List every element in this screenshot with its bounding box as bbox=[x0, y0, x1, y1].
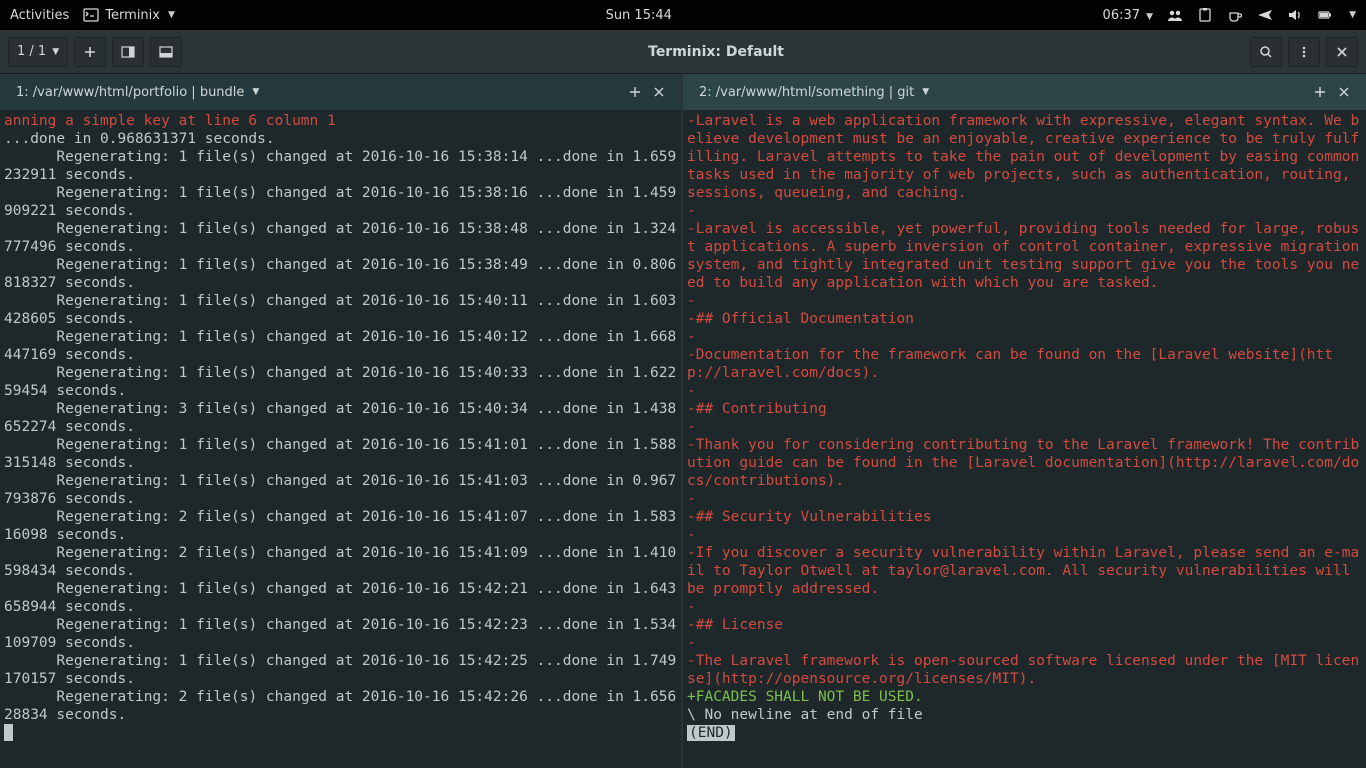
terminal-line: - bbox=[687, 418, 1362, 436]
battery-icon[interactable] bbox=[1317, 7, 1333, 23]
clock-right[interactable]: 06:37 ▼ bbox=[1103, 8, 1154, 23]
terminal-line: - bbox=[687, 490, 1362, 508]
terminal-line: ...done in 0.968631371 seconds. bbox=[4, 130, 677, 148]
window-title: Terminix: Default bbox=[184, 44, 1248, 60]
pane-titlebar[interactable]: 2: /var/www/html/something | git ▼ bbox=[683, 74, 1366, 110]
terminal-pane-2: 2: /var/www/html/something | git ▼ -Lara… bbox=[683, 74, 1366, 768]
terminal-line: \ No newline at end of file bbox=[687, 706, 1362, 724]
terminal-line: Regenerating: 1 file(s) changed at 2016-… bbox=[4, 580, 677, 616]
pane-add-button[interactable] bbox=[623, 80, 647, 104]
caffeine-icon[interactable] bbox=[1227, 7, 1243, 23]
pager-end-marker: (END) bbox=[687, 724, 1362, 742]
pane-add-button[interactable] bbox=[1308, 80, 1332, 104]
chevron-down-icon: ▼ bbox=[252, 87, 259, 97]
terminal-line: -Laravel is a web application framework … bbox=[687, 112, 1362, 202]
split-down-button[interactable] bbox=[150, 37, 182, 67]
terminal-line: Regenerating: 1 file(s) changed at 2016-… bbox=[4, 364, 677, 400]
close-window-button[interactable] bbox=[1326, 37, 1358, 67]
terminal-line: Regenerating: 2 file(s) changed at 2016-… bbox=[4, 688, 677, 724]
users-icon[interactable] bbox=[1167, 7, 1183, 23]
terminal-line: -## Security Vulnerabilities bbox=[687, 508, 1362, 526]
menu-button[interactable] bbox=[1288, 37, 1320, 67]
terminal-split: 1: /var/www/html/portfolio | bundle ▼ an… bbox=[0, 74, 1366, 768]
terminal-line: Regenerating: 1 file(s) changed at 2016-… bbox=[4, 256, 677, 292]
terminal-line: -The Laravel framework is open-sourced s… bbox=[687, 652, 1362, 688]
terminal-line: -If you discover a security vulnerabilit… bbox=[687, 544, 1362, 598]
terminal-line: - bbox=[687, 634, 1362, 652]
clipboard-icon[interactable] bbox=[1197, 7, 1213, 23]
close-icon bbox=[1335, 45, 1349, 59]
plus-icon bbox=[629, 86, 641, 98]
terminal-output[interactable]: anning a simple key at line 6 column 1..… bbox=[0, 110, 681, 768]
volume-icon[interactable] bbox=[1287, 7, 1303, 23]
terminal-line: - bbox=[687, 292, 1362, 310]
terminal-line: - bbox=[687, 526, 1362, 544]
new-session-button[interactable] bbox=[74, 37, 106, 67]
pane-title-label: 2: /var/www/html/something | git bbox=[699, 85, 914, 100]
terminal-line: - bbox=[687, 382, 1362, 400]
pane-close-button[interactable] bbox=[647, 80, 671, 104]
app-menu[interactable]: Terminix ▼ bbox=[83, 7, 175, 23]
terminal-line: Regenerating: 1 file(s) changed at 2016-… bbox=[4, 220, 677, 256]
terminal-line: Regenerating: 3 file(s) changed at 2016-… bbox=[4, 400, 677, 436]
terminal-line: - bbox=[687, 202, 1362, 220]
terminal-pane-1: 1: /var/www/html/portfolio | bundle ▼ an… bbox=[0, 74, 683, 768]
terminal-line: -## Contributing bbox=[687, 400, 1362, 418]
chevron-down-icon: ▼ bbox=[52, 47, 59, 57]
chevron-down-icon: ▼ bbox=[1146, 12, 1153, 22]
gnome-top-bar: Activities Terminix ▼ Sun 15:44 06:37 ▼ … bbox=[0, 0, 1366, 30]
terminal-line: Regenerating: 1 file(s) changed at 2016-… bbox=[4, 652, 677, 688]
airplane-icon[interactable] bbox=[1257, 7, 1273, 23]
terminal-line: Regenerating: 1 file(s) changed at 2016-… bbox=[4, 148, 677, 184]
terminal-output[interactable]: -Laravel is a web application framework … bbox=[683, 110, 1366, 768]
terminal-line: -Thank you for considering contributing … bbox=[687, 436, 1362, 490]
terminal-line: Regenerating: 1 file(s) changed at 2016-… bbox=[4, 292, 677, 328]
terminal-line: Regenerating: 1 file(s) changed at 2016-… bbox=[4, 328, 677, 364]
pane-titlebar[interactable]: 1: /var/www/html/portfolio | bundle ▼ bbox=[0, 74, 681, 110]
terminal-line: anning a simple key at line 6 column 1 bbox=[4, 112, 677, 130]
terminal-line: -## License bbox=[687, 616, 1362, 634]
terminal-line: Regenerating: 1 file(s) changed at 2016-… bbox=[4, 616, 677, 652]
app-menu-label: Terminix bbox=[105, 8, 160, 23]
close-icon bbox=[1338, 86, 1350, 98]
terminal-line: - bbox=[687, 328, 1362, 346]
search-button[interactable] bbox=[1250, 37, 1282, 67]
kebab-icon bbox=[1297, 45, 1311, 59]
split-down-icon bbox=[159, 45, 173, 59]
terminal-line: Regenerating: 1 file(s) changed at 2016-… bbox=[4, 184, 677, 220]
chevron-down-icon: ▼ bbox=[922, 87, 929, 97]
activities-button[interactable]: Activities bbox=[10, 8, 69, 23]
chevron-down-icon: ▼ bbox=[168, 10, 175, 20]
terminal-line: -## Official Documentation bbox=[687, 310, 1362, 328]
close-icon bbox=[653, 86, 665, 98]
terminal-icon bbox=[83, 7, 99, 23]
split-right-button[interactable] bbox=[112, 37, 144, 67]
terminal-line: - bbox=[687, 598, 1362, 616]
terminal-line: Regenerating: 1 file(s) changed at 2016-… bbox=[4, 472, 677, 508]
pane-title-label: 1: /var/www/html/portfolio | bundle bbox=[16, 85, 244, 100]
session-switcher[interactable]: 1 / 1▼ bbox=[8, 37, 68, 67]
terminal-line: Regenerating: 1 file(s) changed at 2016-… bbox=[4, 436, 677, 472]
split-right-icon bbox=[121, 45, 135, 59]
terminal-line: -Documentation for the framework can be … bbox=[687, 346, 1362, 382]
plus-icon bbox=[83, 45, 97, 59]
cursor bbox=[4, 724, 677, 742]
pane-close-button[interactable] bbox=[1332, 80, 1356, 104]
terminal-line: Regenerating: 2 file(s) changed at 2016-… bbox=[4, 544, 677, 580]
header-bar: 1 / 1▼ Terminix: Default bbox=[0, 30, 1366, 74]
clock-center[interactable]: Sun 15:44 bbox=[606, 8, 672, 23]
plus-icon bbox=[1314, 86, 1326, 98]
terminal-line: -Laravel is accessible, yet powerful, pr… bbox=[687, 220, 1362, 292]
chevron-down-icon: ▼ bbox=[1349, 10, 1356, 20]
terminal-line: +FACADES SHALL NOT BE USED. bbox=[687, 688, 1362, 706]
search-icon bbox=[1259, 45, 1273, 59]
terminal-line: Regenerating: 2 file(s) changed at 2016-… bbox=[4, 508, 677, 544]
